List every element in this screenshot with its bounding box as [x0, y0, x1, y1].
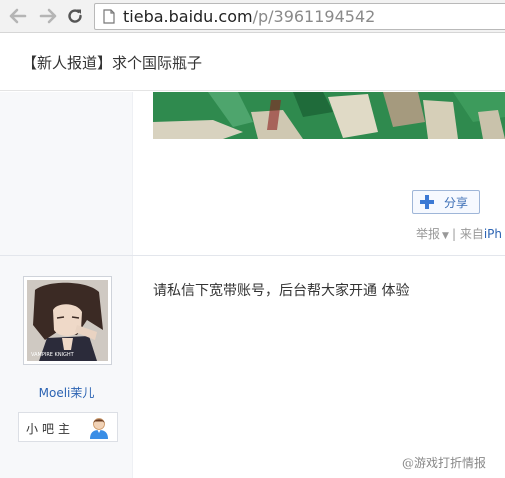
post-meta: 举报 ▼ | 来自iPh: [416, 226, 502, 244]
watermark: @游戏打折情报: [402, 456, 487, 470]
post-image-art: [153, 92, 505, 139]
user-icon: [90, 418, 108, 439]
share-label: 分享: [444, 195, 469, 210]
reload-icon: [68, 9, 82, 23]
thread-title-bar: 【新人报道】求个国际瓶子: [0, 34, 505, 91]
url-text: tieba.baidu.com/p/3961194542: [123, 7, 375, 27]
source-prefix: 来自: [459, 227, 484, 241]
username[interactable]: Moeli茉儿: [0, 384, 133, 401]
share-button[interactable]: 分享: [412, 190, 480, 214]
forward-button[interactable]: [37, 5, 59, 27]
report-link[interactable]: 举报: [416, 227, 440, 241]
back-button[interactable]: [7, 5, 29, 27]
caret-down-icon[interactable]: ▼: [442, 231, 449, 241]
reload-button[interactable]: [64, 5, 86, 27]
page-icon: [103, 9, 115, 24]
moderator-badge[interactable]: 小吧主: [18, 412, 118, 442]
forward-arrow-icon: [39, 8, 57, 24]
badge-label: 小吧主: [26, 422, 75, 436]
post-content: 请私信下宽带账号，后台帮大家开通 体验: [153, 283, 410, 299]
plus-icon: [420, 195, 434, 209]
address-bar[interactable]: tieba.baidu.com/p/3961194542: [94, 3, 505, 30]
browser-toolbar: tieba.baidu.com/p/3961194542: [0, 0, 505, 33]
back-arrow-icon: [9, 8, 27, 24]
url-path: /p/3961194542: [252, 7, 376, 26]
source-link[interactable]: iPh: [484, 227, 502, 241]
post-divider: [0, 255, 505, 256]
avatar-caption: VAMPIRE KNIGHT: [31, 352, 75, 358]
avatar: VAMPIRE KNIGHT: [27, 280, 108, 361]
avatar-art: VAMPIRE KNIGHT: [27, 280, 108, 361]
url-host: tieba.baidu.com: [123, 7, 253, 26]
post-image[interactable]: [153, 92, 505, 139]
meta-separator: |: [451, 227, 456, 241]
avatar-frame[interactable]: VAMPIRE KNIGHT: [23, 276, 112, 365]
thread-title: 【新人报道】求个国际瓶子: [22, 54, 203, 72]
